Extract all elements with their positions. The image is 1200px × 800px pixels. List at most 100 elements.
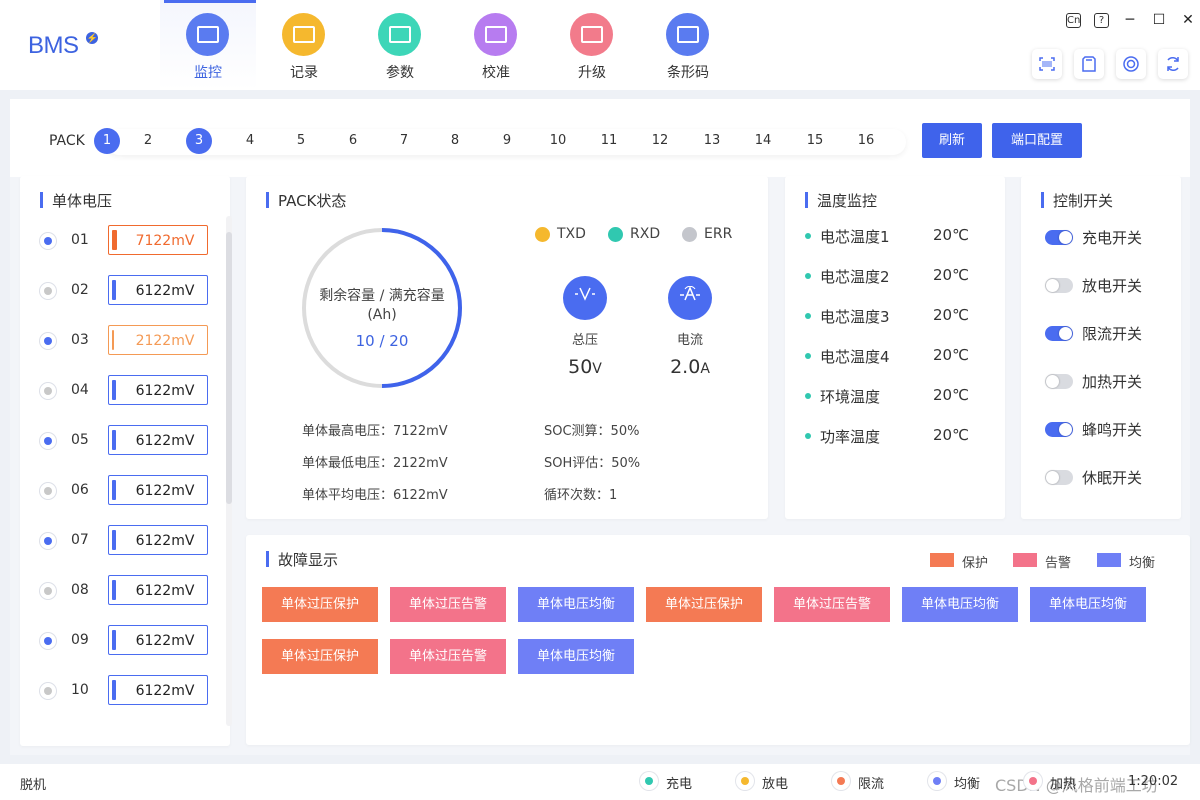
toggle-switch[interactable] xyxy=(1045,422,1073,437)
capacity-label: 剩余容量 / 满充容量 xyxy=(319,288,445,304)
cell-radio[interactable] xyxy=(40,283,56,299)
temperature-value: 20℃ xyxy=(933,426,969,444)
switch-row: 蜂鸣开关 xyxy=(1045,419,1185,439)
nav-tab-1[interactable]: 记录 xyxy=(256,0,352,90)
fault-tag[interactable]: 单体过压保护 xyxy=(262,587,378,622)
fault-tag[interactable]: 单体电压均衡 xyxy=(518,639,634,674)
nav-tab-label: 参数 xyxy=(386,65,414,81)
pack-number[interactable]: 14 xyxy=(750,128,776,154)
fault-tag[interactable]: 单体电压均衡 xyxy=(1030,587,1146,622)
pack-number[interactable]: 1 xyxy=(94,128,120,154)
voltage-value: 50V xyxy=(568,356,602,378)
cell-voltage-value: 6122mV xyxy=(135,383,195,399)
refresh-icon[interactable] xyxy=(1158,49,1188,79)
cell-radio[interactable] xyxy=(40,233,56,249)
pack-number[interactable]: 15 xyxy=(802,128,828,154)
pack-status-title: PACK状态 xyxy=(266,190,346,211)
fault-tag[interactable]: 单体过压告警 xyxy=(774,587,890,622)
voltage-label: 总压 xyxy=(571,333,598,348)
pack-number[interactable]: 6 xyxy=(340,128,366,154)
port-config-button[interactable]: 端口配置 xyxy=(992,123,1082,158)
cell-index: 01 xyxy=(71,232,89,248)
nav-tab-3[interactable]: 校准 xyxy=(448,0,544,90)
cell-row: 01 7122mV xyxy=(40,225,220,255)
fault-tag[interactable]: 单体过压告警 xyxy=(390,587,506,622)
temperature-row: 环境温度 20℃ xyxy=(805,386,995,406)
fault-tag[interactable]: 单体过压告警 xyxy=(390,639,506,674)
cell-voltage-box: 6122mV xyxy=(108,425,208,455)
help-button[interactable]: ? xyxy=(1094,12,1109,28)
pack-number[interactable]: 3 xyxy=(186,128,212,154)
toggle-switch[interactable] xyxy=(1045,326,1073,341)
pack-number[interactable]: 10 xyxy=(545,128,571,154)
pack-number[interactable]: 16 xyxy=(853,128,879,154)
toolbar xyxy=(1032,49,1188,79)
maximize-button[interactable]: ☐ xyxy=(1151,12,1167,28)
pack-number[interactable]: 9 xyxy=(494,128,520,154)
current-label: 电流 xyxy=(676,333,703,348)
cell-radio[interactable] xyxy=(40,583,56,599)
cell-radio[interactable] xyxy=(40,533,56,549)
toggle-switch[interactable] xyxy=(1045,278,1073,293)
scroll-thumb[interactable] xyxy=(226,232,232,504)
cell-radio[interactable] xyxy=(40,633,56,649)
legend-item: 均衡 xyxy=(1097,552,1155,571)
nav-tab-4[interactable]: 升级 xyxy=(544,0,640,90)
scan-icon[interactable] xyxy=(1032,49,1062,79)
cell-radio[interactable] xyxy=(40,433,56,449)
pack-number[interactable]: 13 xyxy=(699,128,725,154)
nav-tab-5[interactable]: 条形码 xyxy=(640,0,736,90)
temperature-name: 电芯温度2 xyxy=(820,268,890,286)
toggle-switch[interactable] xyxy=(1045,470,1073,485)
cell-radio[interactable] xyxy=(40,683,56,699)
pack-number[interactable]: 12 xyxy=(647,128,673,154)
cell-voltage-box: 6122mV xyxy=(108,375,208,405)
pack-status-card: PACK状态 剩余容量 / 满充容量 (Ah) 10 / 20 总压 50V 电… xyxy=(246,176,768,519)
temperature-row: 电芯温度3 20℃ xyxy=(805,306,995,326)
fault-tag[interactable]: 单体电压均衡 xyxy=(902,587,1018,622)
language-button[interactable]: Cn xyxy=(1066,12,1081,28)
toggle-switch[interactable] xyxy=(1045,374,1073,389)
nav-tab-0[interactable]: 监控 xyxy=(160,0,256,90)
switch-row: 加热开关 xyxy=(1045,371,1185,391)
minimize-button[interactable]: ─ xyxy=(1122,12,1138,28)
stat-min-voltage: 单体最低电压：2122mV xyxy=(302,456,448,471)
temperature-row: 电芯温度1 20℃ xyxy=(805,226,995,246)
cell-radio[interactable] xyxy=(40,383,56,399)
temperature-title: 温度监控 xyxy=(805,190,877,211)
cell-voltage-box: 6122mV xyxy=(108,275,208,305)
cell-level-bar xyxy=(112,580,116,600)
barcode-icon xyxy=(666,13,709,56)
fault-tag[interactable]: 单体电压均衡 xyxy=(518,587,634,622)
temperature-name: 电芯温度4 xyxy=(820,348,890,366)
status-indicator: 放电 xyxy=(736,772,788,792)
cell-voltage-value: 6122mV xyxy=(135,433,195,449)
cell-row: 08 6122mV xyxy=(40,575,220,605)
status-dot xyxy=(805,273,811,279)
pack-number[interactable]: 8 xyxy=(442,128,468,154)
fault-tag[interactable]: 单体过压保护 xyxy=(262,639,378,674)
voltage-icon xyxy=(563,276,607,320)
status-indicator: 限流 xyxy=(832,772,884,792)
target-icon[interactable] xyxy=(1116,49,1146,79)
pack-number[interactable]: 4 xyxy=(237,128,263,154)
close-button[interactable]: ✕ xyxy=(1180,12,1196,28)
cell-voltage-value: 6122mV xyxy=(135,533,195,549)
sd-card-icon[interactable] xyxy=(1074,49,1104,79)
pack-number[interactable]: 5 xyxy=(288,128,314,154)
status-dot xyxy=(805,233,811,239)
toggle-switch[interactable] xyxy=(1045,230,1073,245)
cell-radio[interactable] xyxy=(40,333,56,349)
pack-number[interactable]: 11 xyxy=(596,128,622,154)
refresh-button[interactable]: 刷新 xyxy=(922,123,982,158)
pack-number[interactable]: 2 xyxy=(135,128,161,154)
cell-radio[interactable] xyxy=(40,483,56,499)
pack-number[interactable]: 7 xyxy=(391,128,417,154)
temperature-card: 温度监控 电芯温度1 20℃ 电芯温度2 20℃ 电芯温度3 20℃ 电芯温度4 20℃ 环境温… xyxy=(785,176,1005,519)
cell-level-bar xyxy=(112,630,116,650)
nav-tab-2[interactable]: 参数 xyxy=(352,0,448,90)
fault-tag[interactable]: 单体过压保护 xyxy=(646,587,762,622)
cell-list-scrollbar[interactable] xyxy=(226,216,232,726)
lightning-icon: ⚡ xyxy=(86,32,98,44)
cell-index: 06 xyxy=(71,482,89,498)
